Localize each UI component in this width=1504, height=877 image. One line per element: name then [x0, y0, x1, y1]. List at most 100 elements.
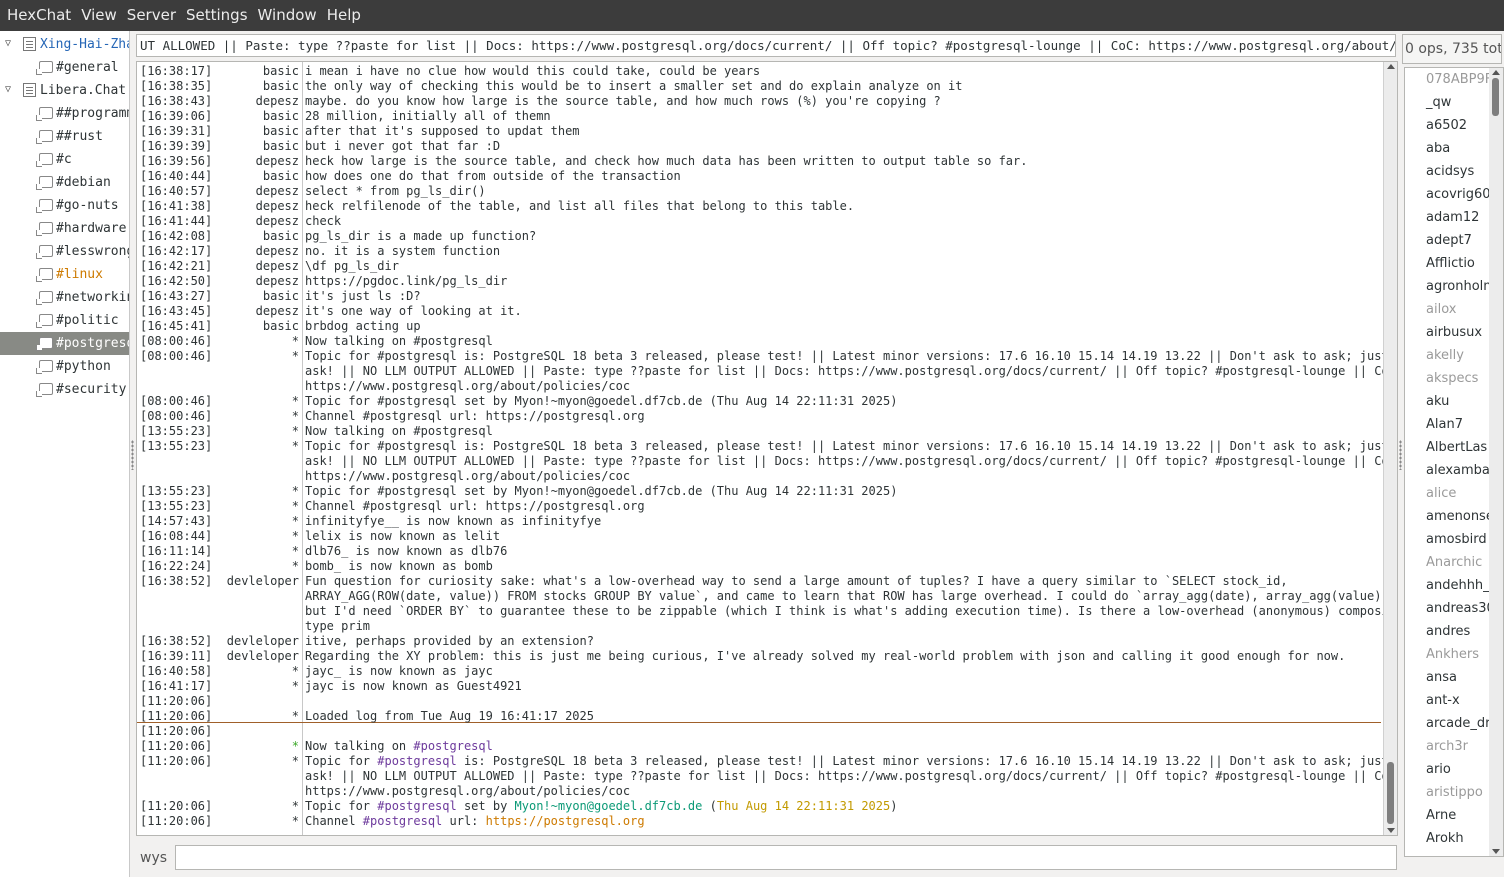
chat-scrollbar[interactable]	[1383, 62, 1397, 835]
user-list-item[interactable]: andreas30	[1426, 597, 1495, 620]
user-list-item[interactable]: ario	[1426, 758, 1451, 781]
tree-channel-4[interactable]: ##rust	[0, 125, 129, 148]
nick-label[interactable]: *	[292, 499, 299, 514]
user-list-item[interactable]: acidsys	[1426, 160, 1474, 183]
nick-label[interactable]: *	[292, 544, 299, 559]
nick-label[interactable]: *	[292, 484, 299, 499]
nick-button[interactable]: wys	[140, 850, 167, 866]
nick-label[interactable]: *	[292, 799, 299, 814]
tree-channel-12[interactable]: #politic	[0, 309, 129, 332]
tree-channel-11[interactable]: #networkin	[0, 286, 129, 309]
nick-label[interactable]: depesz	[256, 274, 299, 289]
nick-label[interactable]: basic	[263, 79, 299, 94]
user-list-scrollbar[interactable]	[1489, 68, 1503, 856]
nick-label[interactable]: *	[292, 394, 299, 409]
nick-label[interactable]: *	[292, 679, 299, 694]
nick-label[interactable]: depesz	[256, 214, 299, 229]
nick-label[interactable]: devleloper	[227, 634, 299, 649]
user-list-item[interactable]: Alan7	[1426, 413, 1463, 436]
tree-channel-7[interactable]: #go-nuts	[0, 194, 129, 217]
menu-window[interactable]: Window	[253, 0, 322, 31]
scroll-down-icon[interactable]	[1387, 828, 1395, 833]
user-list-item[interactable]: arcade_dr	[1426, 712, 1491, 735]
user-list-item[interactable]: ant-x	[1426, 689, 1460, 712]
tree-channel-9[interactable]: #lesswrong	[0, 240, 129, 263]
chat-area[interactable]: [16:38:17] basic i mean i have no clue how…	[136, 61, 1398, 836]
nick-label[interactable]: depesz	[256, 244, 299, 259]
nick-label[interactable]: *	[292, 664, 299, 679]
menu-server[interactable]: Server	[122, 0, 181, 31]
nick-label[interactable]: *	[292, 514, 299, 529]
nick-label[interactable]: *	[292, 739, 299, 754]
topic-bar[interactable]: UT ALLOWED || Paste: type ??paste for li…	[136, 34, 1396, 57]
tree-channel-14[interactable]: #python	[0, 355, 129, 378]
nick-label[interactable]: *	[292, 334, 299, 349]
scroll-up-icon[interactable]	[1492, 70, 1500, 75]
tree-server-2[interactable]: ▽ Libera.Chat	[0, 79, 129, 102]
tree-channel-6[interactable]: #debian	[0, 171, 129, 194]
tree-channel-8[interactable]: #hardware	[0, 217, 129, 240]
tree-channel-3[interactable]: ##programmi	[0, 102, 129, 125]
pane-grip-left[interactable]	[131, 440, 134, 470]
nick-label[interactable]: depesz	[256, 259, 299, 274]
user-list-item[interactable]: Arokh	[1426, 827, 1464, 850]
user-list-item[interactable]: Anarchic	[1426, 551, 1482, 574]
user-list-item[interactable]: akelly	[1426, 344, 1464, 367]
user-list-item[interactable]: acovrig60	[1426, 183, 1491, 206]
nick-label[interactable]: basic	[263, 139, 299, 154]
user-list-item[interactable]: Ankhers	[1426, 643, 1479, 666]
menu-settings[interactable]: Settings	[181, 0, 253, 31]
tree-channel-13[interactable]: #postgresq	[0, 332, 129, 355]
nick-label[interactable]: devleloper	[227, 649, 299, 664]
menu-view[interactable]: View	[76, 0, 122, 31]
user-list-item[interactable]: a6502	[1426, 114, 1467, 137]
nick-label[interactable]: *	[292, 814, 299, 829]
nick-label[interactable]: basic	[263, 109, 299, 124]
user-list-item[interactable]: arch3r	[1426, 735, 1468, 758]
nick-label[interactable]: basic	[263, 229, 299, 244]
menu-help[interactable]: Help	[322, 0, 366, 31]
user-list-item[interactable]: aba	[1426, 137, 1450, 160]
user-list-item[interactable]: akspecs	[1426, 367, 1478, 390]
nick-label[interactable]: *	[292, 349, 299, 364]
nick-label[interactable]: basic	[263, 124, 299, 139]
pane-grip-right[interactable]	[1399, 440, 1402, 470]
nick-label[interactable]: *	[292, 559, 299, 574]
nick-label[interactable]: basic	[263, 169, 299, 184]
user-list-item[interactable]: ailox	[1426, 298, 1456, 321]
user-list[interactable]: 078ABP9FY _qw a6502 aba acidsys acovrig60 adam…	[1404, 67, 1504, 857]
user-list-item[interactable]: agronholm	[1426, 275, 1496, 298]
user-list-item[interactable]: _qw	[1426, 91, 1451, 114]
user-list-item[interactable]: adept7	[1426, 229, 1472, 252]
user-list-item[interactable]: Arne	[1426, 804, 1456, 827]
user-list-item[interactable]: airbusux	[1426, 321, 1482, 344]
nick-label[interactable]: depesz	[256, 199, 299, 214]
user-list-item[interactable]: ansa	[1426, 666, 1457, 689]
tree-channel-5[interactable]: #c	[0, 148, 129, 171]
scroll-down-icon[interactable]	[1492, 849, 1500, 854]
nick-label[interactable]: devleloper	[227, 574, 299, 589]
nick-label[interactable]: basic	[263, 64, 299, 79]
nick-label[interactable]: basic	[263, 289, 299, 304]
user-list-item[interactable]: aristippo	[1426, 781, 1483, 804]
nick-label[interactable]: depesz	[256, 184, 299, 199]
nick-label[interactable]: depesz	[256, 304, 299, 319]
nick-label[interactable]: depesz	[256, 94, 299, 109]
user-list-item[interactable]: adam12	[1426, 206, 1479, 229]
tree-channel-15[interactable]: #security	[0, 378, 129, 401]
nick-label[interactable]: *	[292, 439, 299, 454]
tree-channel-10[interactable]: #linux	[0, 263, 129, 286]
user-list-item[interactable]: alice	[1426, 482, 1456, 505]
user-list-item[interactable]: Afflictio	[1426, 252, 1475, 275]
user-list-item[interactable]: alexambar	[1426, 459, 1495, 482]
user-scroll-thumb[interactable]	[1492, 78, 1499, 116]
nick-label[interactable]: depesz	[256, 154, 299, 169]
chat-scroll-thumb[interactable]	[1387, 762, 1394, 824]
user-list-item[interactable]: aku	[1426, 390, 1449, 413]
expander-icon[interactable]: ▽	[3, 85, 13, 95]
expander-icon[interactable]: ▽	[3, 39, 13, 49]
tree-server-0[interactable]: ▽ Xing-Hai-Zhar	[0, 33, 129, 56]
tree-channel-1[interactable]: #general	[0, 56, 129, 79]
user-list-item[interactable]: AlbertLas	[1426, 436, 1487, 459]
nick-label[interactable]: *	[292, 529, 299, 544]
